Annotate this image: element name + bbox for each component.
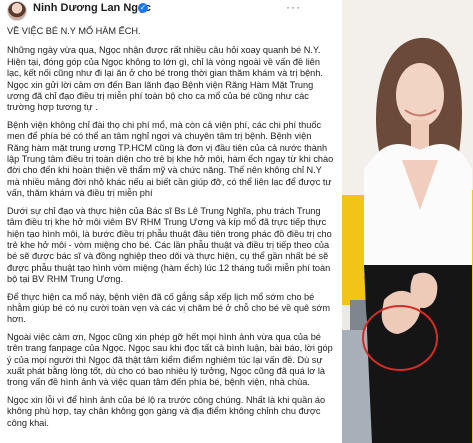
verified-badge-icon: ✓ bbox=[138, 3, 148, 13]
author-avatar[interactable] bbox=[7, 1, 27, 21]
post-title: VỀ VIỆC BÉ N.Y MỔ HÀM ẾCH. bbox=[7, 26, 141, 36]
more-options-icon[interactable]: ··· bbox=[286, 0, 301, 14]
author-name[interactable]: Ninh Dương Lan Ngọc bbox=[33, 2, 151, 14]
post-header: Ninh Dương Lan Ngọc ✓ ··· bbox=[0, 0, 342, 22]
post-paragraph: Ngoài việc cảm ơn, Ngọc cũng xin phép gỡ… bbox=[7, 331, 333, 388]
post-paragraph: Những ngày vừa qua, Ngọc nhận được rất n… bbox=[7, 45, 323, 113]
post-paragraph: Để thực hiện ca mổ này, bệnh viện đã cố … bbox=[7, 291, 330, 325]
post-paragraph: Dưới sự chỉ đạo và thực hiện của Bác sĩ … bbox=[7, 205, 332, 285]
facebook-post: Ninh Dương Lan Ngọc ✓ ··· VỀ VIỆC BÉ N.Y… bbox=[0, 0, 342, 443]
post-paragraph: Ngọc xin lỗi vì để hình ảnh của bé lộ ra… bbox=[7, 394, 326, 428]
post-paragraph: Bệnh viện không chỉ đài thọ chi phí mổ, … bbox=[7, 119, 334, 199]
post-body: VỀ VIỆC BÉ N.Y MỔ HÀM ẾCH. Những ngày vừ… bbox=[7, 26, 334, 435]
post-photo[interactable] bbox=[342, 0, 473, 443]
woman-photo-illustration bbox=[342, 0, 473, 443]
